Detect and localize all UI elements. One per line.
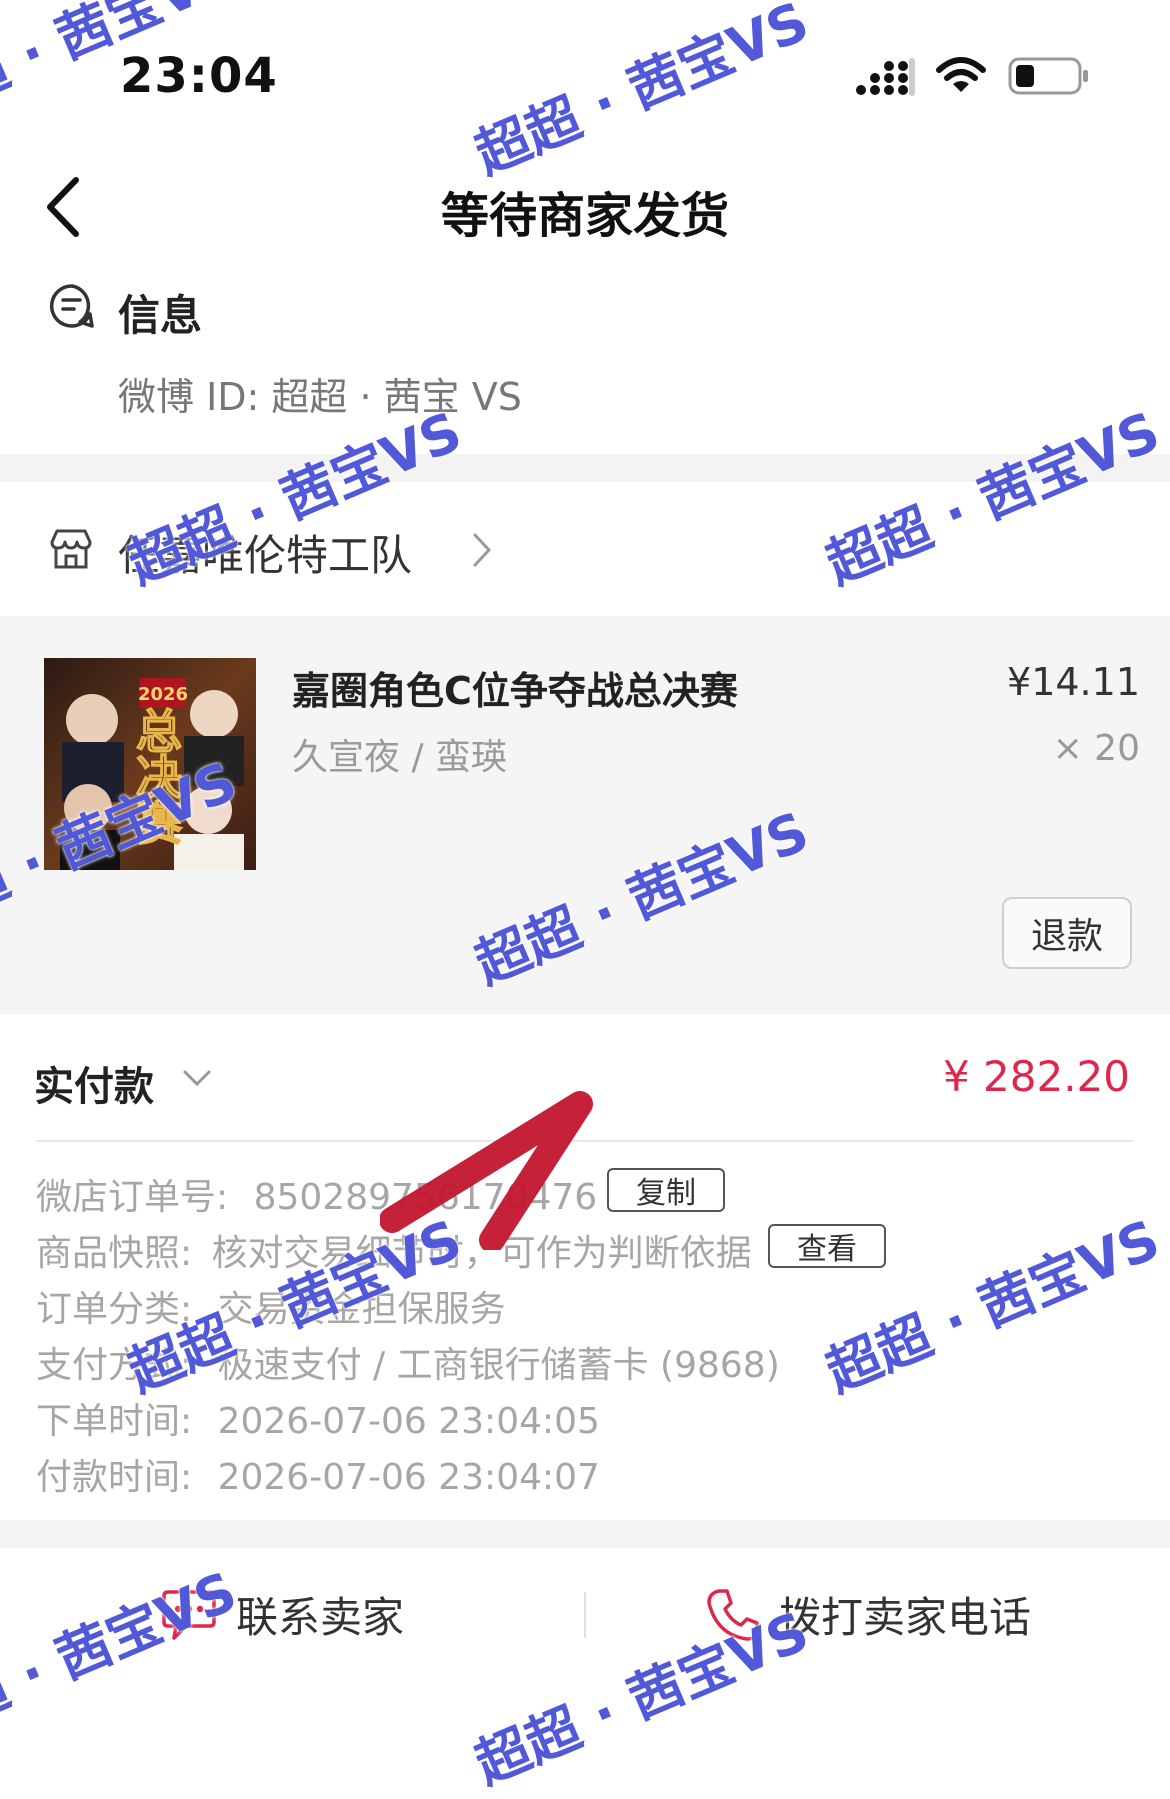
view-snapshot-button[interactable]: 查看 [768, 1224, 886, 1268]
category-row: 订单分类: 交易资金担保服务 [36, 1280, 506, 1332]
product-quantity: × 20 [1052, 728, 1140, 769]
order-time-row: 下单时间: 2026-07-06 23:04:05 [36, 1392, 600, 1444]
call-seller-button[interactable]: 拨打卖家电话 [705, 1584, 1031, 1645]
copy-button[interactable]: 复制 [607, 1168, 725, 1212]
order-time-value: 2026-07-06 23:04:05 [217, 1401, 600, 1442]
wifi-icon [936, 57, 986, 92]
amount-paid-value: ¥ 282.20 [942, 1052, 1130, 1101]
shop-name-link[interactable]: 任嘉唯伦特工队 [118, 522, 412, 583]
info-heading: 信息 [118, 291, 203, 340]
watermark: 超超 · 茜宝VS [817, 399, 1169, 597]
divider [36, 1140, 1134, 1142]
amount-paid-label[interactable]: 实付款 [34, 1054, 154, 1112]
product-title[interactable]: 嘉圈角色C位争夺战总决赛 [292, 660, 738, 715]
status-time: 23:04 [120, 48, 278, 104]
order-number-key: 微店订单号: [36, 1177, 229, 1218]
snapshot-value: 核对交易细节时，可作为判断依据 [211, 1233, 752, 1274]
category-value: 交易资金担保服务 [217, 1289, 506, 1330]
order-number-row: 微店订单号: 850289756170476 [36, 1168, 597, 1220]
snapshot-key: 商品快照: [36, 1233, 193, 1274]
product-price: ¥14.11 [1007, 660, 1140, 704]
battery-icon [1008, 57, 1088, 95]
snapshot-row: 商品快照: 核对交易细节时，可作为判断依据 [36, 1224, 752, 1276]
category-key: 订单分类: [36, 1289, 193, 1330]
order-time-key: 下单时间: [36, 1401, 193, 1442]
poster-year: 2026 [138, 684, 188, 705]
watermark: 超超 · 茜宝VS [466, 0, 818, 187]
chevron-down-icon[interactable] [182, 1066, 212, 1090]
shop-icon [50, 529, 92, 569]
section-separator [0, 454, 1170, 482]
section-separator [0, 1520, 1170, 1548]
bottom-divider [584, 1592, 586, 1638]
product-thumbnail[interactable]: 2026 总决赛 [44, 658, 256, 870]
poster-title: 总决赛 [129, 707, 183, 845]
payment-method-value: 极速支付 / 工商银行储蓄卡 (9868) [217, 1345, 780, 1386]
pay-time-key: 付款时间: [36, 1457, 193, 1498]
cellular-signal-icon [856, 58, 915, 96]
refund-button[interactable]: 退款 [1002, 897, 1132, 969]
phone-icon [707, 1588, 759, 1641]
page-title: 等待商家发货 [440, 188, 729, 244]
chat-bubble-icon [162, 1589, 216, 1640]
weibo-id-text: 微博 ID: 超超 · 茜宝 VS [118, 375, 522, 419]
call-seller-label: 拨打卖家电话 [779, 1593, 1032, 1642]
product-spec: 久宣夜 / 蛮瑛 [292, 737, 508, 778]
payment-method-key: 支付方式: [36, 1345, 193, 1386]
poster-image: 2026 总决赛 [44, 658, 256, 870]
pay-time-value: 2026-07-06 23:04:07 [217, 1457, 600, 1498]
payment-method-row: 支付方式: 极速支付 / 工商银行储蓄卡 (9868) [36, 1336, 780, 1388]
order-number-value: 850289756170476 [253, 1177, 598, 1218]
pay-time-row: 付款时间: 2026-07-06 23:04:07 [36, 1448, 600, 1500]
contact-seller-button[interactable]: 联系卖家 [160, 1584, 404, 1645]
contact-seller-label: 联系卖家 [236, 1593, 405, 1642]
message-info-icon [49, 284, 94, 328]
chevron-right-icon[interactable] [470, 530, 494, 570]
